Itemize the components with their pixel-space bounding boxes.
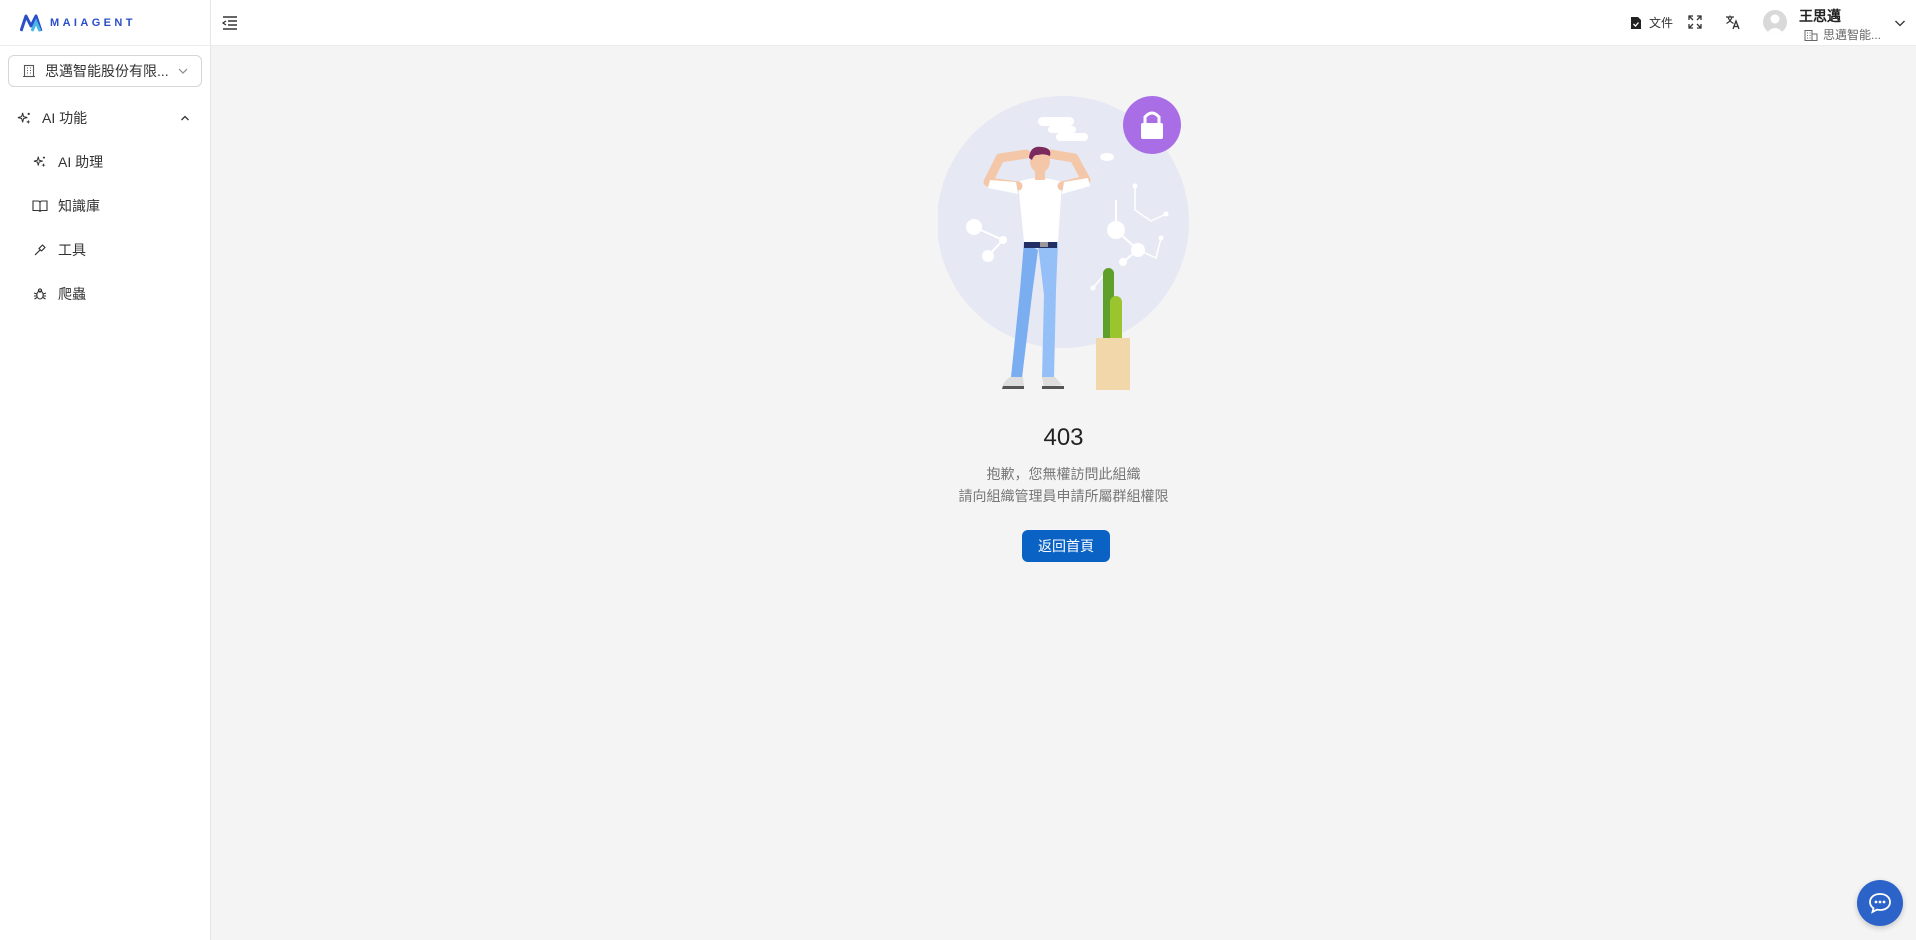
building-icon: [21, 63, 37, 79]
tool-icon: [32, 242, 48, 258]
sidebar-item-knowledge-base[interactable]: 知識庫: [0, 192, 211, 220]
error-code: 403: [1043, 424, 1084, 451]
access-denied-illustration: [937, 90, 1198, 400]
document-icon: [1628, 15, 1644, 31]
sidebar-item-label: AI 助理: [58, 154, 104, 170]
chevron-down-icon: [175, 63, 191, 79]
user-org-label: 思邁智能...: [1823, 28, 1882, 42]
user-name[interactable]: 王思邁: [1799, 6, 1841, 26]
sparkles-icon: [32, 154, 48, 170]
logo-mark-icon: [19, 14, 46, 32]
sidebar: MAIAGENT 思邁智能股份有限... AI 功能 AI 助理 知識庫 工具 …: [0, 0, 211, 940]
sidebar-item-tools[interactable]: 工具: [0, 236, 211, 264]
menu-group-header[interactable]: AI 功能: [0, 104, 211, 132]
book-icon: [32, 198, 48, 214]
chat-bubble-icon: [1868, 891, 1892, 915]
menu-group-label: AI 功能: [42, 110, 88, 126]
sparkles-icon: [16, 110, 32, 126]
docs-label: 文件: [1649, 16, 1674, 30]
docs-link[interactable]: 文件: [1623, 14, 1673, 31]
avatar[interactable]: [1763, 10, 1787, 34]
translate-icon[interactable]: [1725, 14, 1741, 30]
sidebar-item-ai-assistant[interactable]: AI 助理: [0, 148, 211, 176]
sidebar-item-label: 知識庫: [58, 198, 100, 214]
sidebar-item-label: 爬蟲: [58, 286, 86, 302]
sidebar-item-crawler[interactable]: 爬蟲: [0, 280, 211, 308]
sidebar-item-label: 工具: [58, 242, 86, 258]
org-select[interactable]: 思邁智能股份有限...: [8, 55, 202, 87]
chat-support-button[interactable]: [1857, 880, 1903, 926]
bug-icon: [32, 286, 48, 302]
user-org[interactable]: 思邁智能...: [1799, 26, 1881, 43]
fullscreen-icon[interactable]: [1687, 14, 1703, 30]
chevron-up-icon: [177, 110, 193, 126]
logo[interactable]: MAIAGENT: [0, 0, 210, 46]
logo-text: MAIAGENT: [50, 16, 136, 29]
menu-group-ai: AI 功能 AI 助理 知識庫 工具 爬蟲: [0, 104, 211, 308]
error-message: 抱歉，您無權訪問此組織: [986, 466, 1141, 482]
building-icon: [1803, 27, 1819, 43]
menu-collapse-icon[interactable]: [221, 14, 239, 32]
chevron-down-icon[interactable]: [1894, 16, 1906, 28]
error-hint: 請向組織管理員申請所屬群組權限: [958, 488, 1169, 504]
top-header: 文件 王思邁 思邁智能...: [211, 0, 1916, 46]
org-select-value: 思邁智能股份有限...: [45, 63, 169, 79]
back-home-button[interactable]: 返回首頁: [1022, 530, 1110, 562]
